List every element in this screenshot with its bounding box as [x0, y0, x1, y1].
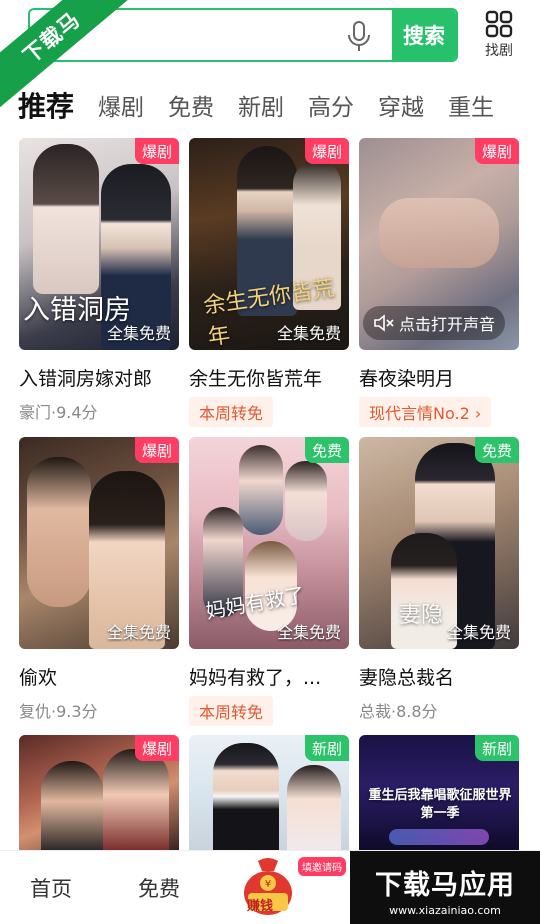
drama-title: 入错洞房嫁对郎: [19, 368, 153, 390]
hot-badge: 爆剧: [134, 437, 179, 463]
drama-poster[interactable]: 妈妈有救了 免费 全集免费: [189, 437, 349, 649]
drama-poster[interactable]: 入错洞房 爆剧 全集免费: [19, 138, 179, 350]
all-free-label: 全集免费: [276, 324, 341, 343]
free-this-week-tag: 本周转免: [189, 397, 274, 427]
drama-card[interactable]: 妻隐 免费 全集免费 妻隐总裁名 总裁·8.8分: [359, 437, 519, 722]
drama-card[interactable]: 入错洞房 爆剧 全集免费 入错洞房嫁对郎 豪门·9.4分: [19, 138, 179, 423]
drama-card[interactable]: 余生无你皆荒年 爆剧 全集免费 余生无你皆荒年 本周转免: [189, 138, 349, 427]
hot-badge: 爆剧: [134, 735, 179, 761]
hot-badge: 爆剧: [134, 138, 179, 164]
poster-figure: [213, 743, 279, 850]
drama-title: 余生无你皆荒年: [189, 368, 323, 390]
nav-earn[interactable]: 赚钱: [247, 895, 273, 914]
drama-card[interactable]: 爆剧: [19, 735, 179, 850]
drama-card[interactable]: 爆剧 点击打开声音 春夜染明月 现代言情No.2 ›: [359, 138, 519, 427]
ranking-tag[interactable]: 现代言情No.2 ›: [359, 397, 492, 427]
invite-code-badge[interactable]: 填邀请码: [298, 857, 346, 876]
drama-meta: 总裁·8.8分: [359, 702, 438, 721]
all-free-label: 全集免费: [276, 623, 341, 642]
drama-meta: 复仇·9.3分: [19, 702, 98, 721]
poster-figure: [41, 761, 103, 850]
all-free-label: 全集免费: [106, 324, 171, 343]
poster-figure: [285, 461, 327, 541]
nav-home[interactable]: 首页: [30, 873, 72, 903]
drama-title: 春夜染明月: [359, 368, 455, 390]
svg-text:¥: ¥: [265, 879, 271, 890]
poster-figure: [239, 445, 283, 535]
tab-time-travel[interactable]: 穿越: [378, 88, 424, 122]
unmute-button[interactable]: 点击打开声音: [363, 306, 506, 340]
tab-rebirth[interactable]: 重生: [448, 88, 494, 122]
unmute-label: 点击打开声音: [399, 315, 496, 334]
watermark-brand: 下载马应用 www.xiazainiao.com: [350, 851, 540, 924]
drama-title: 妻隐总裁名: [359, 667, 455, 689]
poster-figure: [33, 144, 99, 294]
poster-stage: [389, 829, 489, 845]
nav-free[interactable]: 免费: [138, 873, 180, 903]
mute-icon: [374, 314, 394, 332]
poster-title-art: 妻隐: [399, 603, 444, 628]
drama-poster[interactable]: 重生后我靠唱歌征服世界 第一季 新剧: [359, 735, 519, 850]
drama-title: 偷欢: [19, 667, 58, 689]
poster-figure: [103, 749, 169, 850]
poster-figure: [287, 765, 341, 850]
category-tabs: 推荐 爆剧 免费 新剧 高分 穿越 重生: [18, 84, 540, 126]
tab-high-score[interactable]: 高分: [308, 88, 354, 122]
new-badge: 新剧: [474, 735, 519, 761]
watermark-url: www.xiazainiao.com: [389, 904, 501, 917]
tab-new[interactable]: 新剧: [238, 88, 284, 122]
microphone-icon[interactable]: [344, 20, 374, 54]
drama-meta: 豪门·9.4分: [19, 403, 98, 422]
grid-icon: [485, 10, 513, 38]
poster-title-art: 重生后我靠唱歌征服世界 第一季: [368, 788, 512, 821]
watermark-brand-name: 下载马应用: [375, 870, 515, 901]
free-badge: 免费: [304, 437, 349, 463]
poster-figure: [27, 457, 91, 607]
drama-poster[interactable]: 余生无你皆荒年 爆剧 全集免费: [189, 138, 349, 350]
free-this-week-tag: 本周转免: [189, 696, 274, 726]
drama-poster[interactable]: 新剧: [189, 735, 349, 850]
drama-poster[interactable]: 妻隐 免费 全集免费: [359, 437, 519, 649]
poster-hands: [379, 198, 499, 268]
search-button[interactable]: 搜索: [392, 10, 456, 60]
drama-card[interactable]: 重生后我靠唱歌征服世界 第一季 新剧: [359, 735, 519, 850]
tab-recommend[interactable]: 推荐: [18, 85, 74, 125]
drama-poster[interactable]: 爆剧 点击打开声音: [359, 138, 519, 350]
tab-free[interactable]: 免费: [168, 88, 214, 122]
drama-card[interactable]: 新剧: [189, 735, 349, 850]
drama-poster[interactable]: 爆剧 全集免费: [19, 437, 179, 649]
hot-badge: 爆剧: [304, 138, 349, 164]
find-drama-button[interactable]: 找剧: [478, 10, 520, 62]
drama-card[interactable]: 妈妈有救了 免费 全集免费 妈妈有救了，... 本周转免: [189, 437, 349, 726]
all-free-label: 全集免费: [446, 623, 511, 642]
tab-hot[interactable]: 爆剧: [98, 88, 144, 122]
find-drama-label: 找剧: [485, 43, 513, 59]
bottom-nav: 首页 免费 ¥ 赚钱 填邀请码 下载马应用 www.xiazainiao.com: [0, 850, 540, 924]
free-badge: 免费: [474, 437, 519, 463]
hot-badge: 爆剧: [474, 138, 519, 164]
drama-card[interactable]: 爆剧 全集免费 偷欢 复仇·9.3分: [19, 437, 179, 722]
drama-poster[interactable]: 爆剧: [19, 735, 179, 850]
all-free-label: 全集免费: [106, 623, 171, 642]
drama-title: 妈妈有救了，...: [189, 667, 322, 689]
new-badge: 新剧: [304, 735, 349, 761]
